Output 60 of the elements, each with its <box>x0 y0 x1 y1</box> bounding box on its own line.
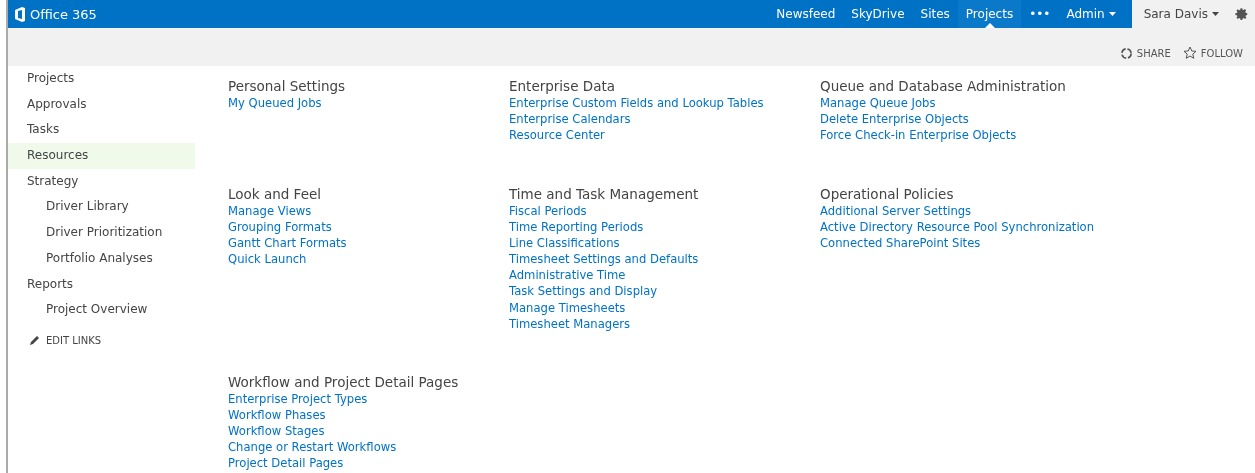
sidebar-item[interactable]: Strategy <box>8 168 195 195</box>
section-heading: Personal Settings <box>228 78 347 94</box>
settings-link[interactable]: Manage Views <box>228 203 509 220</box>
nav-link[interactable]: ••• <box>1021 0 1059 28</box>
settings-link[interactable]: Line Classifications <box>509 235 820 252</box>
sidebar-item[interactable]: Approvals <box>8 91 195 118</box>
section-heading: Enterprise Data <box>509 78 616 94</box>
settings-link[interactable]: Change or Restart Workflows <box>228 439 509 456</box>
section-heading: Time and Task Management <box>509 186 700 202</box>
settings-link[interactable]: Grouping Formats <box>228 219 509 236</box>
nav-link[interactable]: Projects <box>957 0 1022 28</box>
section-heading: Workflow and Project Detail Pages <box>228 374 460 390</box>
nav-link[interactable]: Admin <box>1058 0 1124 28</box>
sidebar-item[interactable]: Reports <box>8 271 195 298</box>
settings-link[interactable]: Fiscal Periods <box>509 203 820 220</box>
section-heading: Queue and Database Administration <box>820 78 1067 94</box>
follow-button[interactable]: FOLLOW <box>1182 46 1243 60</box>
settings-link[interactable]: Manage Queue Jobs <box>820 95 1140 112</box>
settings-link[interactable]: Enterprise Project Types <box>228 391 509 408</box>
settings-link[interactable]: Time Reporting Periods <box>509 219 820 236</box>
settings-link[interactable]: Resource Center <box>509 127 820 144</box>
share-button[interactable]: SHARE <box>1119 47 1171 60</box>
settings-link[interactable]: Delete Enterprise Objects <box>820 111 1140 128</box>
edit-links-button[interactable]: EDIT LINKS <box>8 334 195 346</box>
sidebar-item[interactable]: Tasks <box>8 117 195 144</box>
settings-link[interactable]: Enterprise Calendars <box>509 111 820 128</box>
section-heading: Look and Feel <box>228 186 322 202</box>
settings-link[interactable]: Timesheet Settings and Defaults <box>509 251 820 268</box>
settings-link[interactable]: Connected SharePoint Sites <box>820 235 1140 252</box>
settings-link[interactable]: Workflow Phases <box>228 407 509 424</box>
pencil-icon <box>29 334 40 346</box>
settings-link[interactable]: Timesheet Managers <box>509 315 820 332</box>
settings-link[interactable]: Active Directory Resource Pool Synchronization <box>820 219 1140 236</box>
sidebar-item[interactable]: Driver Library <box>8 194 195 221</box>
settings-link[interactable]: Additional Server Settings <box>820 203 1140 220</box>
sidebar-item[interactable]: Resources <box>8 143 195 169</box>
sidebar-item[interactable]: Portfolio Analyses <box>8 245 195 272</box>
nav-link[interactable]: Sites <box>912 0 958 28</box>
settings-link[interactable]: Task Settings and Display <box>509 283 820 300</box>
caret-icon <box>1108 12 1116 16</box>
nav-link[interactable]: SkyDrive <box>843 0 913 28</box>
star-icon <box>1182 46 1197 60</box>
share-icon <box>1119 47 1133 60</box>
sidebar-item[interactable]: Driver Prioritization <box>8 220 195 246</box>
settings-link[interactable]: Quick Launch <box>228 251 509 268</box>
office-logo[interactable]: Office 365 <box>14 6 97 22</box>
settings-link[interactable]: Project Detail Pages <box>228 455 509 472</box>
settings-link[interactable]: Gantt Chart Formats <box>228 235 509 252</box>
section-heading: Operational Policies <box>820 186 955 202</box>
nav-link[interactable]: Newsfeed <box>768 0 844 28</box>
settings-link[interactable]: Manage Timesheets <box>509 299 820 316</box>
sidebar-item[interactable]: Project Overview <box>8 297 195 323</box>
sidebar-item[interactable]: Projects <box>8 66 195 92</box>
settings-link[interactable]: Administrative Time <box>509 267 820 284</box>
settings-link[interactable]: Force Check-in Enterprise Objects <box>820 127 1140 144</box>
settings-link[interactable]: Workflow Stages <box>228 423 509 440</box>
settings-link[interactable]: My Queued Jobs <box>228 95 509 112</box>
caret-icon <box>1212 12 1219 16</box>
user-menu[interactable]: Sara Davis <box>1131 0 1231 28</box>
settings-link[interactable]: Enterprise Custom Fields and Lookup Tables <box>509 95 820 112</box>
